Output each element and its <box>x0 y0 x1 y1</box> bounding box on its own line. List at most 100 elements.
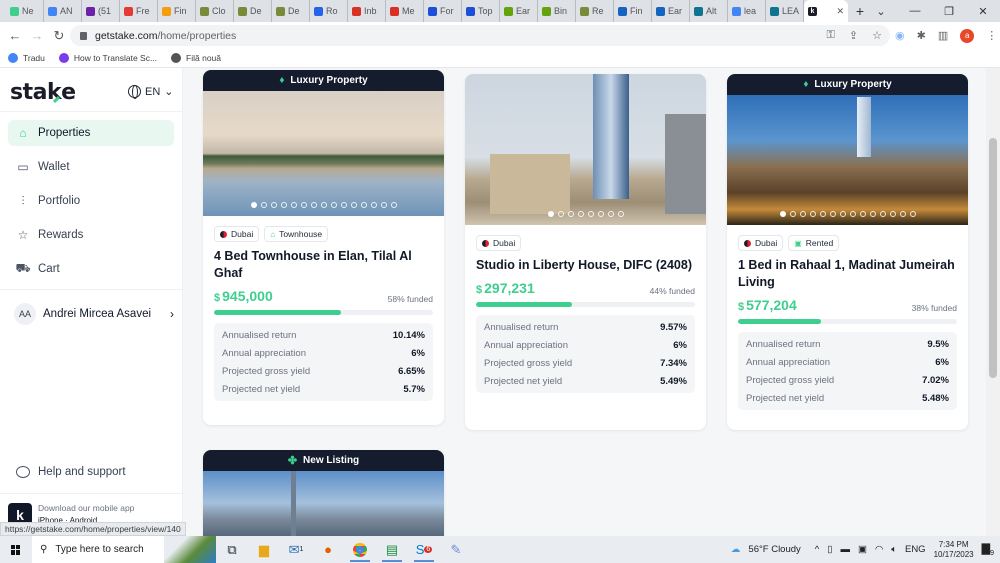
carousel-dots[interactable] <box>203 202 444 208</box>
browser-tab[interactable]: Ear <box>500 0 538 22</box>
browser-tab[interactable]: Alt <box>690 0 728 22</box>
carousel-dot[interactable] <box>270 202 277 208</box>
wifi-icon[interactable]: ◠ <box>875 544 883 555</box>
carousel-dot[interactable] <box>587 211 594 217</box>
carousel-dot[interactable] <box>889 211 896 217</box>
skype-icon[interactable]: S6 <box>408 536 440 563</box>
tab-close-icon[interactable]: ✕ <box>836 6 844 17</box>
sidebar-item-portfolio[interactable]: ⫶ Portfolio <box>8 188 174 214</box>
clock[interactable]: 7:34 PM 10/17/2023 <box>934 540 974 560</box>
reload-button[interactable]: ↻ <box>48 28 70 44</box>
carousel-dot[interactable] <box>839 211 846 217</box>
page-scrollbar[interactable] <box>986 68 1000 536</box>
property-title[interactable]: 1 Bed in Rahaal 1, Madinat Jumeirah Livi… <box>727 251 968 291</box>
carousel-dot[interactable] <box>250 202 257 208</box>
carousel-dot[interactable] <box>819 211 826 217</box>
carousel-dot[interactable] <box>547 211 554 217</box>
stake-logo[interactable]: stake <box>10 80 76 105</box>
menu-kebab-icon[interactable]: ⋮ <box>986 29 997 42</box>
carousel-dot[interactable] <box>260 202 267 208</box>
browser-tab[interactable]: Top <box>462 0 500 22</box>
carousel-dot[interactable] <box>617 211 624 217</box>
paint-icon[interactable]: ✎ <box>440 536 472 563</box>
carousel-dot[interactable] <box>879 211 886 217</box>
task-view-icon[interactable]: ⧉ <box>216 536 248 563</box>
carousel-dot[interactable] <box>577 211 584 217</box>
key-icon[interactable]: ⚿ <box>827 29 835 42</box>
carousel-dot[interactable] <box>370 202 377 208</box>
file-explorer-icon[interactable]: ▆ <box>248 536 280 563</box>
browser-tab[interactable]: Inb <box>348 0 386 22</box>
carousel-dot[interactable] <box>607 211 614 217</box>
bookmark-item[interactable]: How to Translate Sc... <box>58 53 157 63</box>
sidebar-item-rewards[interactable]: ☆ Rewards <box>8 222 174 248</box>
tab-active-stake[interactable]: k ✕ <box>804 0 848 22</box>
show-hidden-icons[interactable]: ^ <box>815 544 819 555</box>
battery-icon[interactable]: ▬ <box>841 544 851 555</box>
property-card[interactable]: Dubai Studio in Liberty House, DIFC (240… <box>465 74 706 430</box>
carousel-dot[interactable] <box>809 211 816 217</box>
firefox-icon[interactable]: ● <box>312 536 344 563</box>
tab-search-icon[interactable]: ⌄ <box>864 5 898 18</box>
sidebar-item-cart[interactable]: ⛟ Cart <box>8 256 174 282</box>
carousel-dot[interactable] <box>290 202 297 208</box>
profile-avatar[interactable]: a <box>960 28 975 43</box>
minimize-button[interactable]: — <box>898 5 932 17</box>
carousel-dot[interactable] <box>340 202 347 208</box>
browser-tab[interactable]: Re <box>576 0 614 22</box>
property-card[interactable]: ♦ Luxury Property Dubai ⌂ Townhouse 4 Bed T… <box>203 70 444 425</box>
carousel-dot[interactable] <box>799 211 806 217</box>
scrollbar-thumb[interactable] <box>989 138 997 378</box>
sidebar-item-properties[interactable]: ⌂ Properties <box>8 120 174 146</box>
property-card[interactable]: ♦ Luxury Property Dubai ▣ Rented 1 Bed in R… <box>727 74 968 430</box>
browser-tab[interactable]: For <box>424 0 462 22</box>
notifications-icon[interactable]: ▇9 <box>982 542 994 557</box>
browser-tab[interactable]: De <box>234 0 272 22</box>
carousel-dot[interactable] <box>350 202 357 208</box>
browser-tab[interactable]: Clo <box>196 0 234 22</box>
browser-tab[interactable]: Ear <box>652 0 690 22</box>
carousel-dot[interactable] <box>320 202 327 208</box>
property-photo[interactable] <box>727 95 968 225</box>
close-window-button[interactable]: ✕ <box>966 5 1000 18</box>
carousel-dot[interactable] <box>829 211 836 217</box>
carousel-dot[interactable] <box>779 211 786 217</box>
forward-button[interactable]: → <box>26 28 48 43</box>
browser-tab[interactable]: Fin <box>158 0 196 22</box>
carousel-dot[interactable] <box>899 211 906 217</box>
taskbar-search-input[interactable]: ⚲ Type here to search <box>32 536 164 563</box>
side-panel-icon[interactable]: ▥ <box>938 29 948 42</box>
carousel-dot[interactable] <box>300 202 307 208</box>
browser-tab[interactable]: LEA <box>766 0 804 22</box>
bookmark-item[interactable]: Filă nouă <box>171 53 221 63</box>
carousel-dot[interactable] <box>859 211 866 217</box>
carousel-dot[interactable] <box>789 211 796 217</box>
carousel-dot[interactable] <box>557 211 564 217</box>
carousel-dot[interactable] <box>380 202 387 208</box>
mail-icon[interactable]: ✉ 1 <box>280 536 312 563</box>
browser-tab[interactable]: De <box>272 0 310 22</box>
property-photo[interactable] <box>203 471 444 536</box>
carousel-dot[interactable] <box>597 211 604 217</box>
share-icon[interactable]: ⇪ <box>849 29 858 42</box>
browser-tab[interactable]: AN <box>44 0 82 22</box>
browser-tab[interactable]: Fin <box>614 0 652 22</box>
url-input[interactable]: getstake.com/home/properties ⚿ ⇪ ☆ <box>70 25 890 46</box>
carousel-dot[interactable] <box>390 202 397 208</box>
carousel-dot[interactable] <box>310 202 317 208</box>
help-and-support-link[interactable]: Help and support <box>16 466 126 478</box>
chrome-icon[interactable] <box>344 536 376 563</box>
property-card[interactable]: ✤ New Listing <box>203 450 444 536</box>
property-photo[interactable] <box>465 74 706 225</box>
browser-tab[interactable]: Bin <box>538 0 576 22</box>
carousel-dots[interactable] <box>465 211 706 217</box>
carousel-dot[interactable] <box>330 202 337 208</box>
back-button[interactable]: ← <box>4 28 26 43</box>
bookmark-item[interactable]: Tradu <box>8 53 45 63</box>
carousel-dot[interactable] <box>360 202 367 208</box>
weather-label[interactable]: 56°F Cloudy <box>748 544 800 555</box>
bookmark-star-icon[interactable]: ☆ <box>872 29 882 42</box>
browser-tab[interactable]: Ro <box>310 0 348 22</box>
browser-tab[interactable]: lea <box>728 0 766 22</box>
browser-tab[interactable]: Ne <box>6 0 44 22</box>
